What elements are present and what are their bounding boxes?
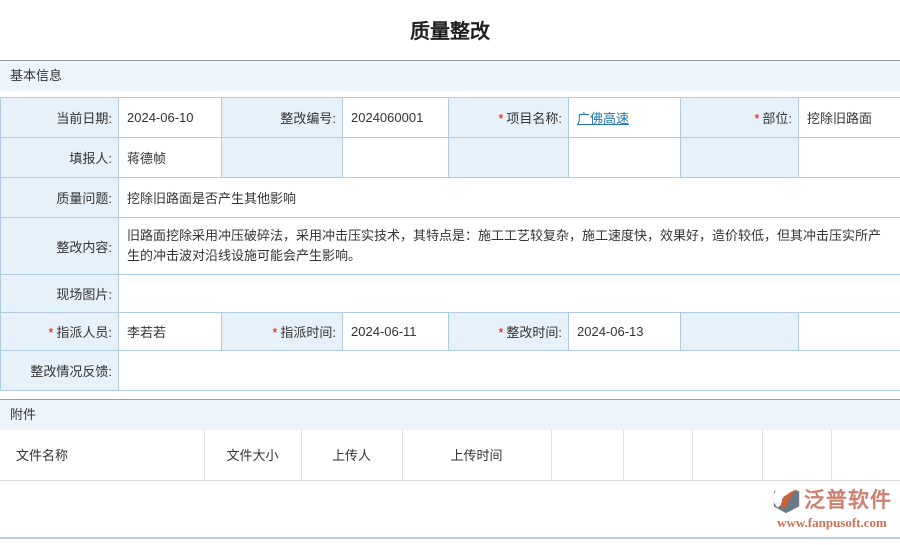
feedback-label: 整改情况反馈: (1, 351, 119, 391)
attachments-header-row: 文件名称 文件大小 上传人 上传时间 (0, 430, 900, 480)
current-date-value: 2024-06-10 (119, 98, 222, 138)
section-header-attachments: 附件 (0, 399, 900, 430)
rectify-content-label: 整改内容: (1, 218, 119, 275)
part-label: *部位: (681, 98, 799, 138)
fanpu-brand-link[interactable]: 泛普软件 www.fanpusoft.com (772, 484, 892, 531)
site-photo-label: 现场图片: (1, 275, 119, 313)
empty-value-cell (343, 138, 449, 178)
empty-label-cell (222, 138, 343, 178)
reporter-value: 蒋德帧 (119, 138, 222, 178)
required-icon: * (498, 111, 503, 126)
assign-time-value: 2024-06-11 (343, 313, 449, 351)
form-row-4: 整改内容: 旧路面挖除采用冲压破碎法，采用冲击压实技术，其特点是：施工工艺较复杂… (1, 218, 900, 275)
required-icon: * (754, 111, 759, 126)
brand-website: www.fanpusoft.com (772, 515, 892, 531)
required-icon: * (48, 325, 53, 340)
attachment-header-empty-cell (692, 430, 762, 480)
rectify-no-label: 整改编号: (222, 98, 343, 138)
brand-row: 泛普软件 (772, 484, 892, 514)
form-row-2: 填报人: 蒋德帧 (1, 138, 900, 178)
part-value: 挖除旧路面 (799, 98, 900, 138)
quality-rectification-page: 质量整改 基本信息 当前日期: 2024-06-10 整改编号: 2024060… (0, 0, 900, 545)
empty-value-cell (799, 138, 900, 178)
attachment-col-file-size: 文件大小 (204, 430, 301, 480)
attachment-header-empty-cell (623, 430, 692, 480)
attachments-table: 文件名称 文件大小 上传人 上传时间 (0, 430, 900, 481)
attachment-col-uploader: 上传人 (301, 430, 402, 480)
required-icon: * (498, 325, 503, 340)
empty-label-cell (449, 138, 569, 178)
attachment-header-empty-cell (831, 430, 900, 480)
empty-value-cell (799, 313, 900, 351)
empty-label-cell (681, 138, 799, 178)
fanpu-logo-icon (772, 484, 802, 514)
quality-issue-value: 挖除旧路面是否产生其他影响 (119, 178, 900, 218)
project-name-label: *项目名称: (449, 98, 569, 138)
section-header-attachments-label: 附件 (10, 407, 36, 422)
current-date-label: 当前日期: (1, 98, 119, 138)
assign-time-label: *指派时间: (222, 313, 343, 351)
form-row-3: 质量问题: 挖除旧路面是否产生其他影响 (1, 178, 900, 218)
section-header-basic-info: 基本信息 (0, 60, 900, 91)
quality-issue-label: 质量问题: (1, 178, 119, 218)
basic-info-form-table: 当前日期: 2024-06-10 整改编号: 2024060001 *项目名称:… (0, 97, 900, 391)
form-row-7: 整改情况反馈: (1, 351, 900, 391)
assignee-label: *指派人员: (1, 313, 119, 351)
rectify-no-value: 2024060001 (343, 98, 449, 138)
assignee-value: 李若若 (119, 313, 222, 351)
attachment-header-empty-cell (551, 430, 623, 480)
rectify-time-label: *整改时间: (449, 313, 569, 351)
attachment-col-file-name: 文件名称 (0, 430, 204, 480)
brand-name: 泛普软件 (804, 484, 892, 514)
form-row-1: 当前日期: 2024-06-10 整改编号: 2024060001 *项目名称:… (1, 98, 900, 138)
form-row-6: *指派人员: 李若若 *指派时间: 2024-06-11 *整改时间: 2024… (1, 313, 900, 351)
empty-label-cell (681, 313, 799, 351)
required-icon: * (272, 325, 277, 340)
empty-value-cell (569, 138, 681, 178)
attachment-col-upload-time: 上传时间 (402, 430, 551, 480)
rectify-content-value: 旧路面挖除采用冲压破碎法，采用冲击压实技术，其特点是：施工工艺较复杂，施工速度快… (119, 218, 900, 275)
project-name-value: 广佛高速 (569, 98, 681, 138)
rectify-time-value: 2024-06-13 (569, 313, 681, 351)
page-title: 质量整改 (0, 0, 900, 60)
spacer (0, 391, 900, 399)
feedback-value (119, 351, 900, 391)
section-header-basic-info-label: 基本信息 (10, 68, 62, 83)
project-name-link[interactable]: 广佛高速 (577, 111, 629, 126)
footer-divider-line (0, 537, 900, 539)
form-row-5: 现场图片: (1, 275, 900, 313)
site-photo-value (119, 275, 900, 313)
reporter-label: 填报人: (1, 138, 119, 178)
page-footer: 泛普软件 www.fanpusoft.com (0, 481, 900, 544)
attachment-header-empty-cell (762, 430, 831, 480)
